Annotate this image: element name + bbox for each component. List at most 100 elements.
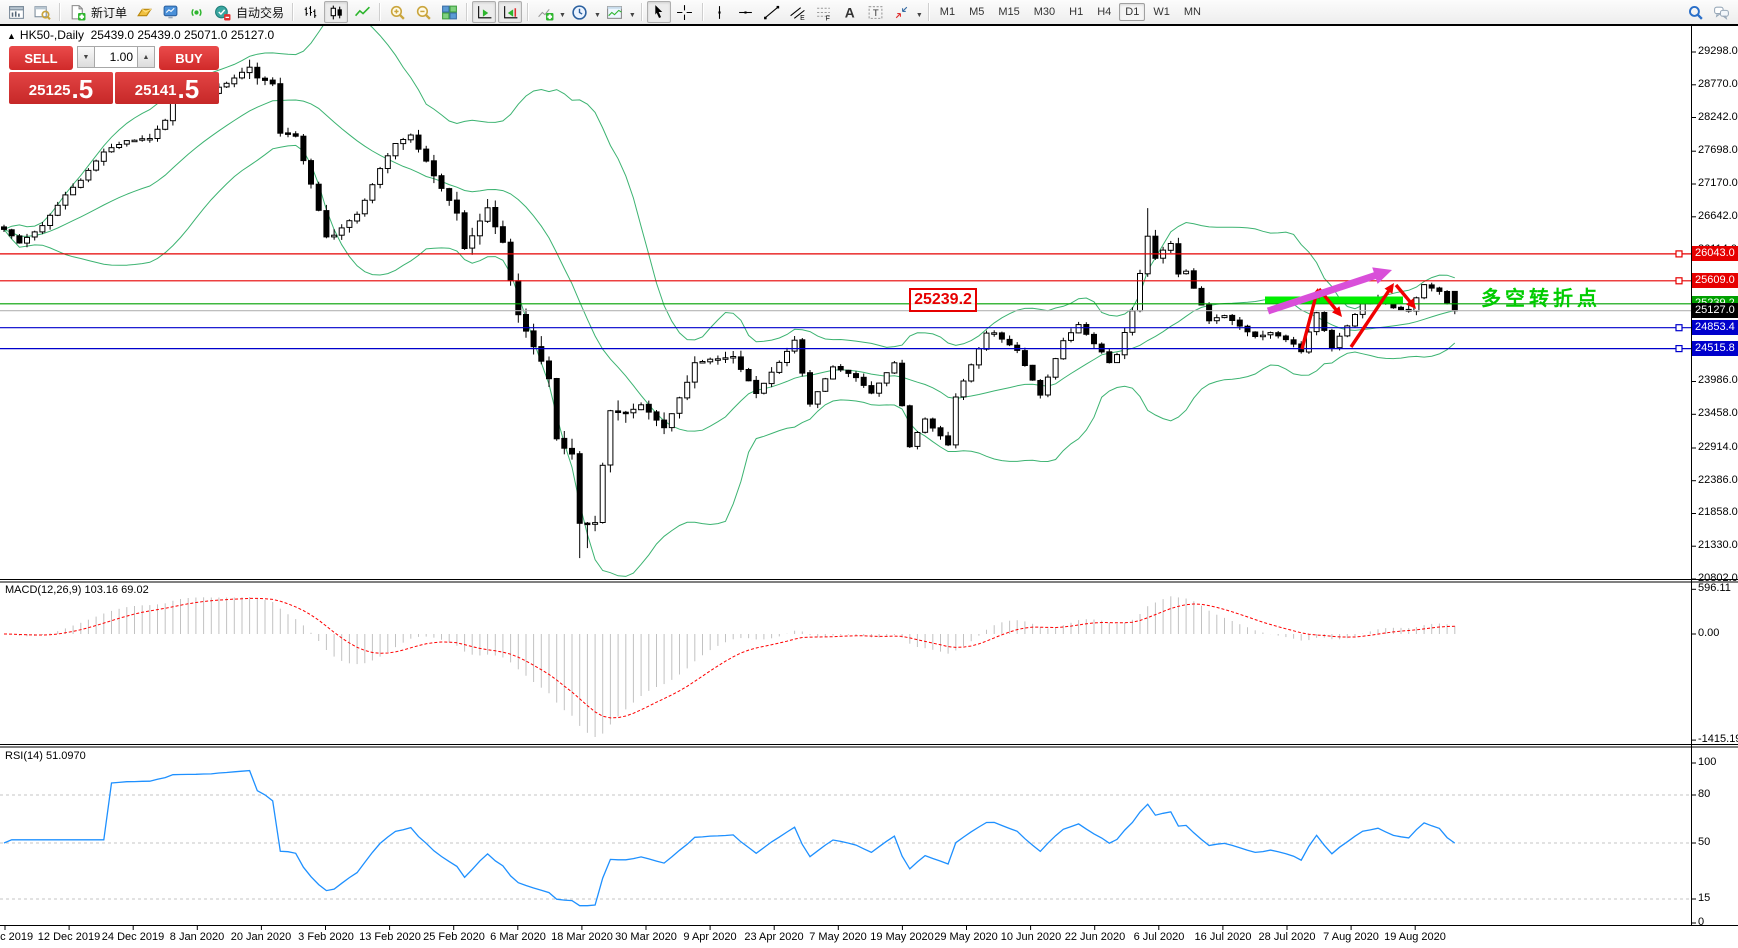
new-order-button[interactable]: [65, 1, 89, 23]
svg-text:E: E: [801, 14, 806, 20]
candles-layer: [2, 60, 1458, 558]
ohlc-values: 25439.0 25439.0 25071.0 25127.0: [91, 28, 275, 42]
turning-point-annotation[interactable]: 多空转折点: [1481, 282, 1601, 311]
macd-signal-line: [4, 598, 1455, 718]
symbol-period-label: HK50-,Daily: [20, 28, 84, 42]
timeframe-M5-button[interactable]: M5: [963, 3, 990, 21]
text-icon: A: [841, 4, 858, 21]
search-icon: [1687, 4, 1704, 21]
one-click-trade-panel: SELL ▼ ▲ BUY 25125 .5 25141 .5: [9, 46, 221, 104]
buy-button[interactable]: BUY: [159, 46, 219, 70]
arrows-button[interactable]: [890, 1, 914, 23]
volume-input[interactable]: [95, 46, 137, 68]
candle-chart-button[interactable]: [324, 1, 348, 23]
rsi-axis-label: 100: [1698, 756, 1716, 768]
zoom-in-icon: [389, 4, 406, 21]
zoom-in-button[interactable]: [385, 1, 409, 23]
timeframe-W1-button[interactable]: W1: [1147, 3, 1176, 21]
templates-button[interactable]: [603, 1, 627, 23]
sell-button[interactable]: SELL: [9, 46, 73, 70]
line-drag-handle[interactable]: [1676, 346, 1682, 352]
chart-shift-icon: [502, 4, 519, 21]
line-drag-handle[interactable]: [1676, 251, 1682, 257]
bar-chart-button[interactable]: [298, 1, 322, 23]
timeframe-M1-button[interactable]: M1: [934, 3, 961, 21]
x-axis-label: 19 May 2020: [870, 931, 934, 943]
signal-button[interactable]: [184, 1, 208, 23]
y-axis-label: 28770.0: [1698, 78, 1738, 90]
price-level-callout[interactable]: 25239.2: [909, 288, 977, 312]
timeframe-D1-button[interactable]: D1: [1119, 3, 1145, 21]
equidistant-channel-button[interactable]: E: [786, 1, 810, 23]
y-axis-label: 29298.0: [1698, 45, 1738, 57]
trend-line-icon: [763, 4, 780, 21]
rsi-axis-label: 15: [1698, 892, 1710, 904]
text-label-button[interactable]: T: [864, 1, 888, 23]
fibonacci-button[interactable]: F: [812, 1, 836, 23]
toolbar-button-label[interactable]: 新订单: [91, 4, 127, 21]
trend-line-button[interactable]: [760, 1, 784, 23]
price-tag: 26043.0: [1692, 246, 1738, 261]
x-axis-label: 12 Dec 2019: [38, 931, 100, 943]
market-watch-icon: [34, 4, 51, 21]
dropdown-caret-icon[interactable]: ▼: [594, 12, 601, 19]
x-axis-label: 6 Jul 2020: [1134, 931, 1185, 943]
toolbar-separator: [702, 3, 703, 21]
timeframe-M30-button[interactable]: M30: [1028, 3, 1061, 21]
market-watch-button[interactable]: [30, 1, 54, 23]
dropdown-caret-icon[interactable]: ▼: [559, 12, 566, 19]
x-axis-label: 22 Jun 2020: [1065, 931, 1126, 943]
crosshair-icon: [676, 4, 693, 21]
search-button[interactable]: [1683, 1, 1707, 23]
indicators-button[interactable]: [533, 1, 557, 23]
svg-text:A: A: [845, 4, 855, 20]
dropdown-caret-icon[interactable]: ▼: [916, 12, 923, 19]
autotrading-button[interactable]: [210, 1, 234, 23]
timeframe-H4-button[interactable]: H4: [1091, 3, 1117, 21]
terminal-button[interactable]: [158, 1, 182, 23]
y-axis-label: 26642.0: [1698, 210, 1738, 222]
toolbar: 新订单 自动交易 ▼ ▼ ▼ EFAT ▼ M1M5M15M30H1H4D1W1MN: [0, 0, 1738, 24]
bar-chart-icon: [302, 4, 319, 21]
arrows-icon: [893, 4, 910, 21]
chart-shift-button[interactable]: [498, 1, 522, 23]
x-axis-label: 20 Jan 2020: [231, 931, 292, 943]
zoom-out-icon: [415, 4, 432, 21]
horizontal-line-button[interactable]: [734, 1, 758, 23]
sell-price-button[interactable]: 25125 .5: [9, 72, 113, 104]
buy-price-button[interactable]: 25141 .5: [115, 72, 219, 104]
crosshair-button[interactable]: [673, 1, 697, 23]
dropdown-caret-icon[interactable]: ▼: [629, 12, 636, 19]
sell-price-main: 25125: [29, 80, 71, 102]
chat-icon: [1713, 4, 1730, 21]
volume-increase-button[interactable]: ▲: [137, 46, 155, 68]
chat-button[interactable]: [1709, 1, 1733, 23]
x-axis-label: 25 Feb 2020: [423, 931, 485, 943]
mt4-terminal: 新订单 自动交易 ▼ ▼ ▼ EFAT ▼ M1M5M15M30H1H4D1W1MN ▲ HK5…: [0, 0, 1738, 948]
text-button[interactable]: A: [838, 1, 862, 23]
vertical-line-button[interactable]: [708, 1, 732, 23]
price-tag: 24853.4: [1692, 320, 1738, 335]
line-drag-handle[interactable]: [1676, 278, 1682, 284]
periods-button[interactable]: [568, 1, 592, 23]
timeframe-M15-button[interactable]: M15: [992, 3, 1025, 21]
timeframe-MN-button[interactable]: MN: [1178, 3, 1207, 21]
line-drag-handle[interactable]: [1676, 325, 1682, 331]
chart-canvas[interactable]: [0, 24, 1738, 948]
chart-window-button[interactable]: [4, 1, 28, 23]
cursor-button[interactable]: [647, 1, 671, 23]
gold-button[interactable]: [132, 1, 156, 23]
x-axis-label: 13 Feb 2020: [359, 931, 421, 943]
line-chart-button[interactable]: [350, 1, 374, 23]
y-axis-label: 21330.0: [1698, 539, 1738, 551]
timeframe-H1-button[interactable]: H1: [1063, 3, 1089, 21]
x-axis-label: 24 Dec 2019: [102, 931, 164, 943]
tile-windows-button[interactable]: [437, 1, 461, 23]
auto-scroll-button[interactable]: [472, 1, 496, 23]
x-axis-label: 29 May 2020: [934, 931, 998, 943]
zoom-out-button[interactable]: [411, 1, 435, 23]
window-top-border: [0, 24, 1738, 26]
volume-decrease-button[interactable]: ▼: [77, 46, 95, 68]
toolbar-button-label[interactable]: 自动交易: [236, 4, 284, 21]
buy-price-main: 25141: [135, 80, 177, 102]
